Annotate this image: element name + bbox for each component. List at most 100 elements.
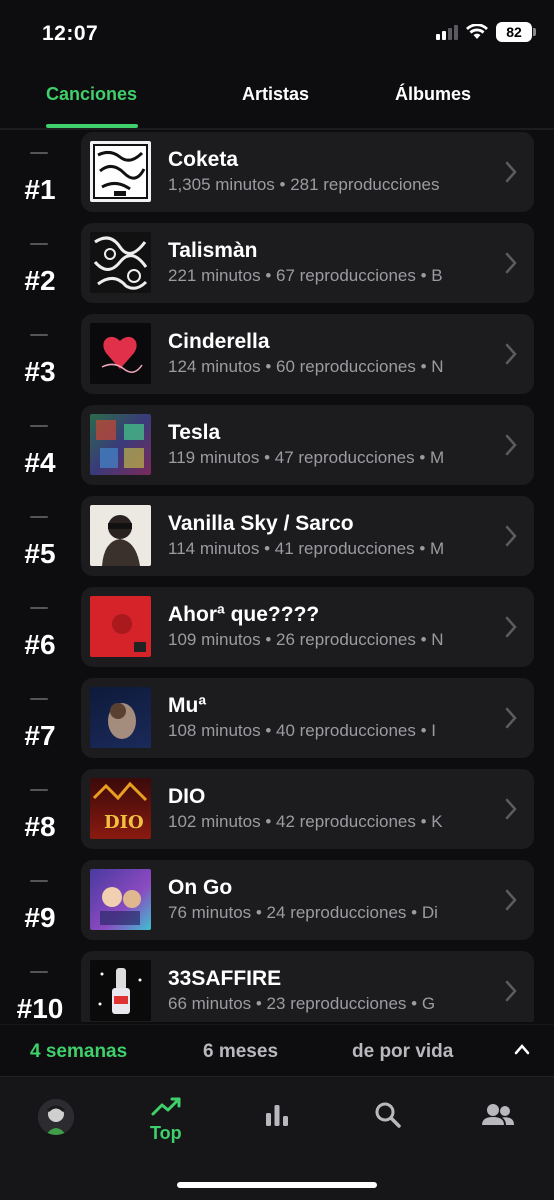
rank-change-indicator [30, 152, 48, 154]
list-item: #10 33SAFFIRE 66 minutos • 23 reproducci… [0, 951, 554, 1022]
song-card[interactable]: Coketa 1,305 minutos • 281 reproduccione… [81, 132, 534, 212]
chevron-right-icon [505, 161, 517, 183]
song-stats: 102 minutos • 42 reproducciones • K [168, 812, 486, 832]
chevron-right-icon [505, 889, 517, 911]
song-card[interactable]: 33SAFFIRE 66 minutos • 23 reproducciones… [81, 951, 534, 1022]
list-item: #2 Talismàn 221 minutos • 67 reproduccio… [0, 223, 554, 314]
album-art [90, 323, 151, 384]
nav-top[interactable] [150, 1095, 182, 1122]
chevron-right-icon [505, 798, 517, 820]
song-card[interactable]: Ahorª que???? 109 minutos • 26 reproducc… [81, 587, 534, 667]
chevron-right-icon [505, 434, 517, 456]
song-card[interactable]: On Go 76 minutos • 24 reproducciones • D… [81, 860, 534, 940]
rank-label: #2 [24, 265, 56, 296]
chevron-right-icon [505, 525, 517, 547]
song-card[interactable]: DIO DIO 102 minutos • 42 reproducciones … [81, 769, 534, 849]
rank-label: #4 [24, 447, 56, 478]
range-6-months[interactable]: 6 meses [203, 1041, 278, 1063]
rank-change-indicator [30, 789, 48, 791]
chevron-right-icon [505, 707, 517, 729]
nav-top-label[interactable]: Top [150, 1123, 182, 1144]
song-title: Ahorª que???? [168, 603, 320, 626]
time-range-selector: 4 semanas 6 meses de por vida [0, 1024, 554, 1076]
song-title: 33SAFFIRE [168, 967, 282, 990]
rank-change-indicator [30, 880, 48, 882]
rank-change-indicator [30, 425, 48, 427]
song-title: Vanilla Sky / Sarco [168, 512, 354, 535]
list-item: #6 Ahorª que???? 109 minutos • 26 reprod… [0, 587, 554, 678]
chevron-up-icon[interactable] [514, 1043, 530, 1055]
rank-label: #6 [24, 629, 56, 660]
song-stats: 221 minutos • 67 reproducciones • B [168, 266, 486, 286]
bottom-navigation: Top [0, 1076, 554, 1200]
song-stats: 1,305 minutos • 281 reproducciones [168, 175, 486, 195]
trending-icon [151, 1097, 181, 1116]
list-item: #9 On Go 76 minutos • 24 reproducciones … [0, 860, 554, 951]
song-stats: 114 minutos • 41 reproducciones • M [168, 539, 486, 559]
rank-label: #8 [24, 811, 56, 842]
song-title: Tesla [168, 421, 221, 444]
song-title: On Go [168, 876, 233, 899]
nav-search[interactable] [374, 1101, 402, 1134]
tab-bar: Canciones Artistas Álbumes [0, 72, 554, 130]
chevron-right-icon [505, 343, 517, 365]
chevron-right-icon [505, 616, 517, 638]
song-card[interactable]: Talismàn 221 minutos • 67 reproducciones… [81, 223, 534, 303]
wifi-icon [466, 24, 488, 39]
list-item: #5 Vanilla Sky / Sarco 114 minutos • 41 … [0, 496, 554, 587]
song-card[interactable]: Vanilla Sky / Sarco 114 minutos • 41 rep… [81, 496, 534, 576]
rank-change-indicator [30, 607, 48, 609]
album-art [90, 687, 151, 748]
song-stats: 108 minutos • 40 reproducciones • I [168, 721, 486, 741]
album-art [90, 869, 151, 930]
song-card[interactable]: Muª 108 minutos • 40 reproducciones • I [81, 678, 534, 758]
tab-artistas[interactable]: Artistas [242, 84, 309, 105]
list-item: #8 DIO DIO 102 minutos • 42 reproduccion… [0, 769, 554, 860]
album-art: DIO [90, 778, 151, 839]
range-4-weeks[interactable]: 4 semanas [30, 1041, 127, 1063]
album-art [90, 596, 151, 657]
rank-change-indicator [30, 243, 48, 245]
range-lifetime[interactable]: de por vida [352, 1041, 453, 1063]
song-stats: 119 minutos • 47 reproducciones • M [168, 448, 486, 468]
chevron-right-icon [505, 980, 517, 1002]
song-title: Coketa [168, 148, 239, 171]
battery-level: 82 [506, 24, 522, 40]
tab-albumes[interactable]: Álbumes [395, 84, 471, 105]
song-list[interactable]: #1 Coketa 1,305 minutos • 281 reproducci… [0, 132, 554, 1022]
rank-change-indicator [30, 516, 48, 518]
song-card[interactable]: Tesla 119 minutos • 47 reproducciones • … [81, 405, 534, 485]
avatar [38, 1099, 74, 1135]
song-stats: 76 minutos • 24 reproducciones • Di [168, 903, 486, 923]
search-icon [375, 1102, 401, 1128]
rank-label: #5 [24, 538, 56, 569]
clock: 12:07 [42, 22, 99, 45]
nav-profile[interactable] [38, 1099, 74, 1135]
nav-friends[interactable] [482, 1103, 514, 1132]
list-item: #4 Tesla 119 minutos • 47 reproducciones… [0, 405, 554, 496]
tab-canciones[interactable]: Canciones [46, 84, 137, 105]
song-title: Talismàn [168, 239, 258, 262]
nav-stats[interactable] [264, 1103, 290, 1132]
song-card[interactable]: Cinderella 124 minutos • 60 reproduccion… [81, 314, 534, 394]
song-stats: 124 minutos • 60 reproducciones • N [168, 357, 486, 377]
active-tab-indicator [46, 124, 138, 128]
battery-icon: 82 [496, 22, 536, 42]
cellular-signal-icon [436, 24, 458, 40]
song-title: Muª [168, 694, 207, 717]
rank-label: #1 [24, 174, 56, 205]
home-indicator [177, 1182, 377, 1188]
rank-label: #3 [24, 356, 56, 387]
song-title: Cinderella [168, 330, 270, 353]
rank-label: #10 [16, 993, 64, 1022]
song-title: DIO [168, 785, 206, 808]
svg-text:DIO: DIO [104, 812, 144, 833]
rank-change-indicator [30, 971, 48, 973]
rank-label: #9 [24, 902, 56, 933]
chevron-right-icon [505, 252, 517, 274]
status-bar: 12:07 82 [0, 0, 554, 64]
album-art [90, 141, 151, 202]
song-stats: 66 minutos • 23 reproducciones • G [168, 994, 486, 1014]
album-art [90, 232, 151, 293]
status-icons: 82 [436, 22, 536, 42]
